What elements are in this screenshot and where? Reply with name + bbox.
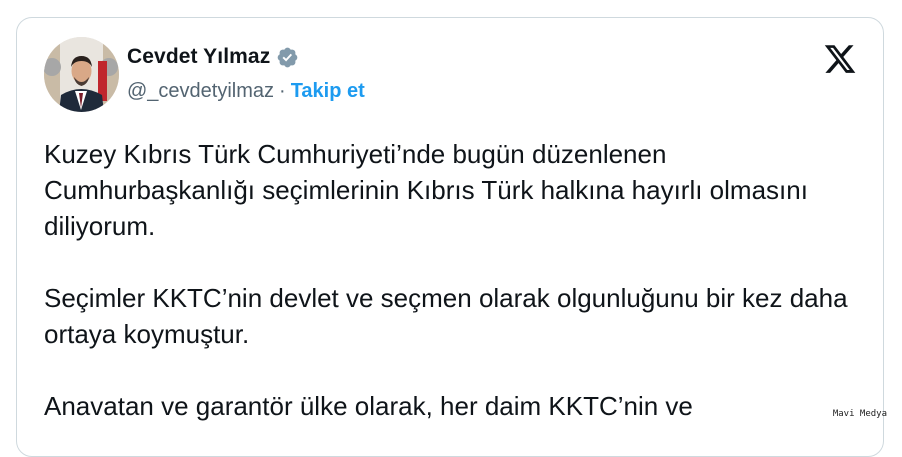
author-display-name[interactable]: Cevdet Yılmaz xyxy=(127,45,270,69)
watermark-label: Mavi Medya xyxy=(832,409,887,419)
author-handle-row: @_cevdetyilmaz · Takip et xyxy=(127,80,365,103)
verified-badge-icon xyxy=(277,47,298,67)
separator-dot: · xyxy=(279,80,286,102)
avatar[interactable] xyxy=(44,37,119,112)
tweet-paragraph-3: Anavatan ve garantör ülke olarak, her da… xyxy=(44,391,693,421)
author-handle[interactable]: @_cevdetyilmaz xyxy=(127,80,274,102)
tweet-paragraph-2: Seçimler KKTC’nin devlet ve seçmen olara… xyxy=(44,283,848,349)
tweet-paragraph-1: Kuzey Kıbrıs Türk Cumhuriyeti’nde bugün … xyxy=(44,139,808,241)
avatar-image xyxy=(44,37,119,112)
author-name-row: Cevdet Yılmaz xyxy=(127,45,299,69)
follow-button[interactable]: Takip et xyxy=(291,80,365,102)
x-logo-icon[interactable] xyxy=(822,42,858,76)
tweet-body: Kuzey Kıbrıs Türk Cumhuriyeti’nde bugün … xyxy=(44,136,864,456)
x-logo-glyph xyxy=(824,45,856,73)
tweet-card: Cevdet Yılmaz @_cevdetyilmaz · Takip et Ku… xyxy=(16,17,884,457)
